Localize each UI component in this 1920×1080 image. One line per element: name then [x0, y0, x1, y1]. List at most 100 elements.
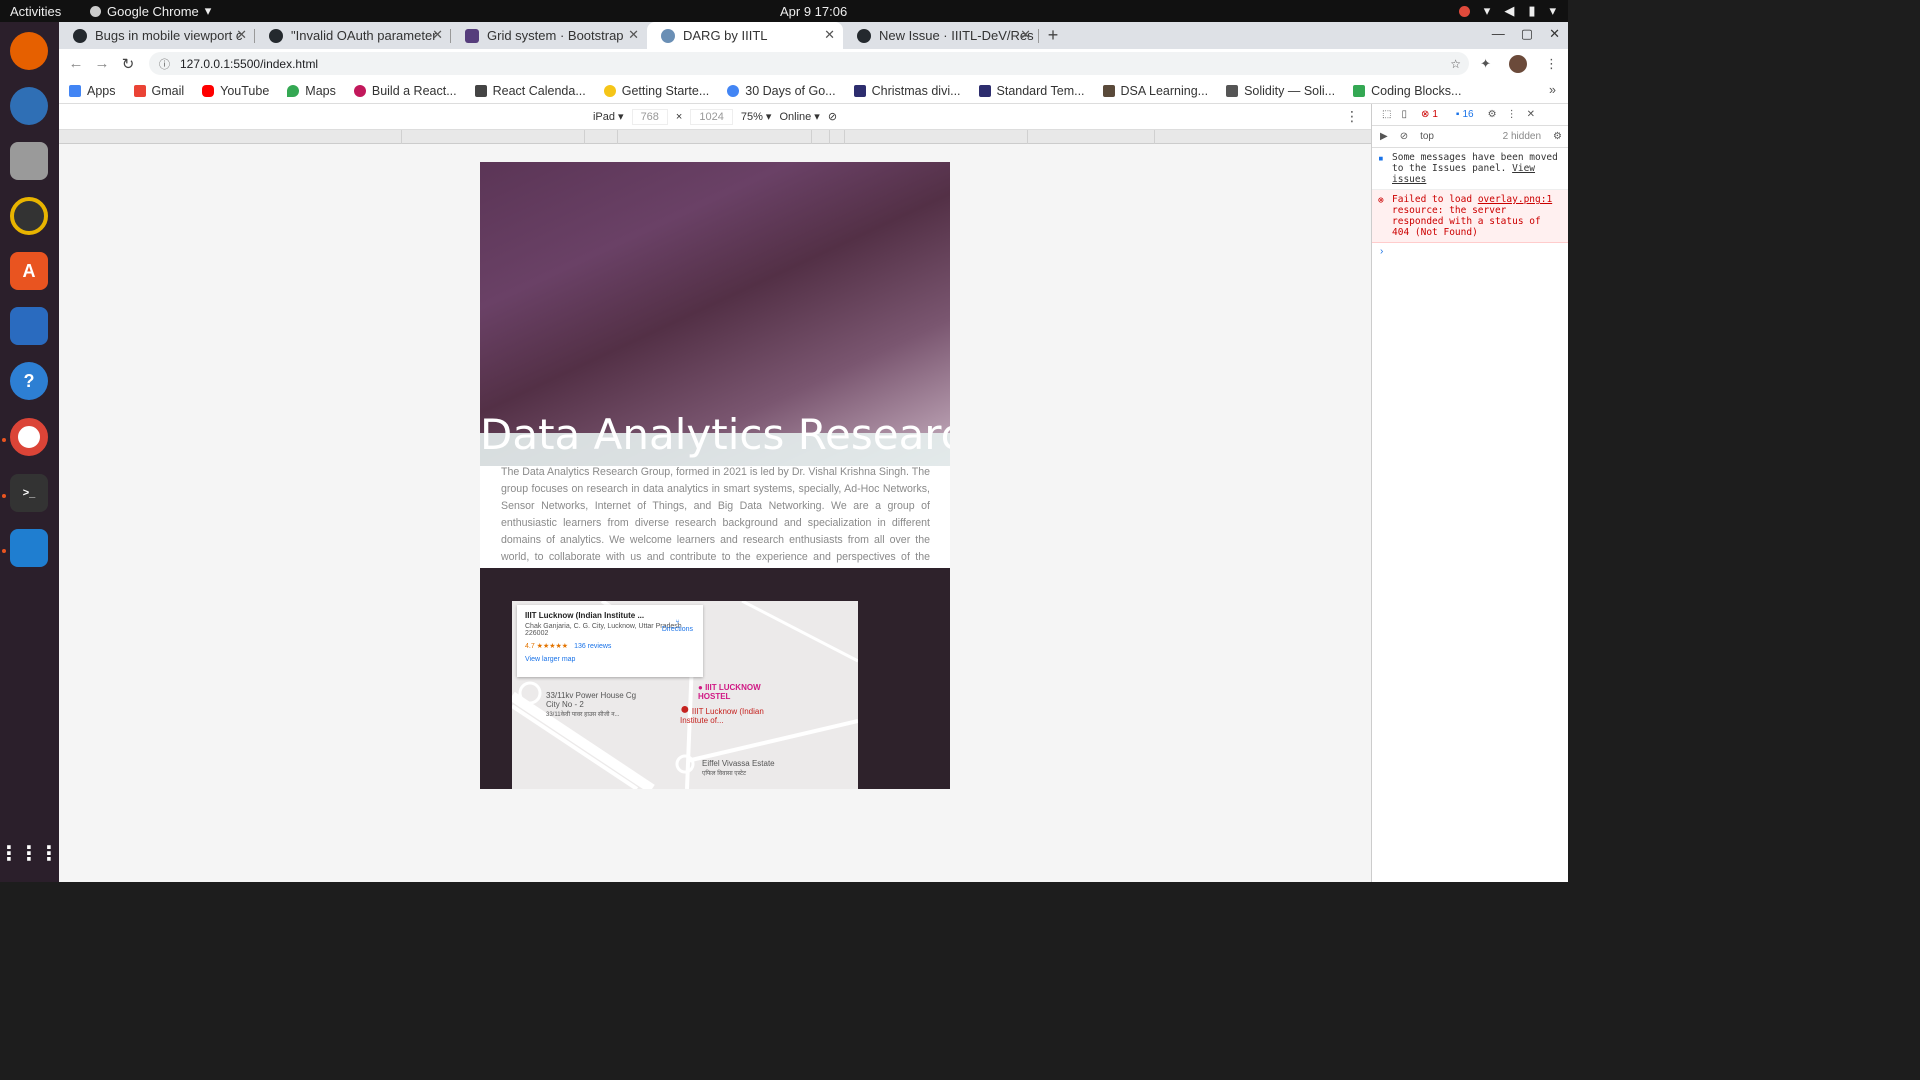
context-select[interactable]: top [1420, 131, 1434, 142]
tab-bootstrap[interactable]: Grid system · Bootstrap ✕ [451, 22, 647, 49]
terminal-icon[interactable]: >_ [10, 474, 48, 512]
power-label-en: 33/11kv Power House Cg City No - 2 [546, 691, 637, 709]
tab-oauth[interactable]: "Invalid OAuth parameter ✕ [255, 22, 451, 49]
bookmark-maps[interactable]: Maps [287, 84, 336, 98]
ruler-tick [617, 130, 618, 144]
clock[interactable]: Apr 9 17:06 [780, 4, 847, 19]
tab-label: "Invalid OAuth parameter [291, 28, 437, 43]
reviews-link[interactable]: 136 reviews [574, 643, 611, 650]
window-controls: — ▢ ✕ [1492, 26, 1560, 42]
media-query-ruler[interactable] [59, 130, 1371, 144]
hidden-count[interactable]: 2 hidden [1503, 131, 1541, 142]
address-bar[interactable]: ⓘ 127.0.0.1:5500/index.html ☆ [149, 52, 1469, 75]
show-apps-icon[interactable]: ⋮⋮⋮ [0, 834, 59, 872]
google-icon [727, 84, 740, 97]
hashnode-icon [853, 84, 866, 97]
new-tab-button[interactable]: + [1039, 22, 1067, 49]
chrome-tray-icon[interactable] [1458, 5, 1470, 17]
bookmark-gmail[interactable]: Gmail [133, 84, 184, 98]
width-input[interactable]: 768 [631, 108, 668, 125]
bookmark-star-icon[interactable]: ☆ [1450, 57, 1461, 71]
bookmark-coding-blocks[interactable]: Coding Blocks... [1353, 84, 1461, 98]
ruler-tick [1027, 130, 1028, 144]
height-input[interactable]: 1024 [690, 108, 733, 125]
console-error-message: ⊗ Failed to load overlay.png:1 resource:… [1372, 190, 1568, 243]
vscode-icon[interactable] [10, 529, 48, 567]
files-icon[interactable] [10, 142, 48, 180]
help-icon[interactable]: ? [10, 362, 48, 400]
embedded-map[interactable]: IIIT Lucknow (Indian Institute ... Chak … [512, 601, 858, 789]
tab-new-issue[interactable]: New Issue · IIITL-DeV/Res ✕ [843, 22, 1039, 49]
device-select[interactable]: iPad ▾ [593, 110, 624, 123]
ruler-tick [829, 130, 830, 144]
bookmark-getting-started[interactable]: Getting Starte... [603, 83, 710, 98]
firefox-icon[interactable] [10, 32, 48, 70]
bookmark-solidity[interactable]: Solidity — Soli... [1226, 84, 1335, 98]
view-larger-map-link[interactable]: View larger map [525, 656, 695, 663]
bookmark-30-days[interactable]: 30 Days of Go... [727, 84, 836, 98]
tab-darg[interactable]: DARG by IIITL ✕ [647, 22, 843, 49]
bookmark-christmas[interactable]: Christmas divi... [853, 84, 961, 98]
clear-console-icon[interactable]: ⊘ [1400, 131, 1408, 142]
error-source-link[interactable]: overlay.png:1 [1478, 194, 1552, 205]
maximize-icon[interactable]: ▢ [1521, 26, 1533, 42]
devtools-close-icon[interactable]: ✕ [1527, 109, 1535, 120]
message-count-badge[interactable]: ▪ 16 [1452, 109, 1478, 120]
settings-gear-icon[interactable]: ⚙ [1488, 109, 1497, 120]
chrome-small-icon [90, 5, 101, 17]
back-icon[interactable]: ← [63, 55, 89, 72]
sidebar-toggle-icon[interactable]: ▶ [1380, 131, 1388, 142]
bookmark-label: YouTube [220, 83, 270, 98]
close-window-icon[interactable]: ✕ [1549, 26, 1560, 42]
bookmark-apps[interactable]: Apps [69, 84, 116, 98]
bookmark-label: Getting Starte... [621, 83, 710, 98]
bookmark-build-react[interactable]: Build a React... [353, 84, 457, 98]
tab-bugs[interactable]: Bugs in mobile viewport c ✕ [59, 22, 255, 49]
chrome-menu-icon[interactable]: ⋮ [1545, 56, 1558, 72]
device-toggle-icon[interactable]: ▯ [1401, 109, 1407, 120]
zoom-select[interactable]: 75% ▾ [741, 110, 772, 123]
bookmark-youtube[interactable]: YouTube [202, 84, 269, 98]
bookmark-label: React Calenda... [492, 83, 586, 98]
network-select[interactable]: Online ▾ [779, 110, 819, 123]
reload-icon[interactable]: ↻ [115, 55, 141, 73]
app-menu[interactable]: Google Chrome ▾ [90, 3, 211, 19]
inspect-icon[interactable]: ⬚ [1382, 109, 1391, 120]
place-rating: 4.7 ★★★★★ 136 reviews [525, 642, 695, 650]
hero-title: Data Analytics Research [480, 410, 950, 459]
thunderbird-icon[interactable] [10, 87, 48, 125]
software-center-icon[interactable]: A [10, 252, 48, 290]
directions-button[interactable]: ⑂ Directions [662, 619, 693, 633]
error-count-badge[interactable]: ⊗ 1 [1417, 109, 1442, 120]
forward-icon[interactable]: → [89, 55, 115, 72]
device-toolbar-menu-icon[interactable]: ⋮ [1345, 108, 1359, 125]
institute-marker[interactable]: ● IIIT Lucknow (Indian Institute of... [680, 702, 775, 726]
close-icon[interactable]: ✕ [824, 27, 835, 43]
profile-avatar[interactable] [1509, 55, 1527, 73]
rotate-icon[interactable]: ⊘ [828, 110, 837, 123]
chrome-dock-icon[interactable] [10, 418, 48, 456]
close-icon[interactable]: ✕ [1020, 27, 1031, 43]
writer-icon[interactable] [10, 307, 48, 345]
hostel-marker[interactable]: ● IIIT LUCKNOW HOSTEL [698, 683, 778, 701]
ruler-tick [811, 130, 812, 144]
console-prompt[interactable]: › [1372, 243, 1568, 260]
info-icon[interactable]: ⓘ [159, 56, 170, 72]
power-menu-icon[interactable]: ▾ [1549, 3, 1556, 19]
bookmark-react-calendar[interactable]: React Calenda... [474, 83, 586, 98]
close-icon[interactable]: ✕ [432, 27, 443, 43]
more-bookmarks-icon[interactable]: » [1549, 83, 1556, 97]
close-icon[interactable]: ✕ [628, 27, 639, 43]
console-settings-icon[interactable]: ⚙ [1553, 131, 1562, 142]
system-tray[interactable]: ▾ ◀ ▮ ▾ [1458, 3, 1556, 19]
bookmark-standard-tem[interactable]: Standard Tem... [978, 84, 1085, 98]
bookmark-dsa[interactable]: DSA Learning... [1102, 84, 1208, 98]
activities-button[interactable]: Activities [10, 4, 61, 19]
extensions-icon[interactable]: ✦ [1480, 56, 1491, 72]
browser-window: Bugs in mobile viewport c ✕ "Invalid OAut… [59, 22, 1568, 882]
minimize-icon[interactable]: — [1492, 26, 1505, 42]
rhythmbox-icon[interactable] [10, 197, 48, 235]
devtools-menu-icon[interactable]: ⋮ [1507, 109, 1517, 120]
close-icon[interactable]: ✕ [236, 27, 247, 43]
directions-label: Directions [661, 626, 693, 633]
